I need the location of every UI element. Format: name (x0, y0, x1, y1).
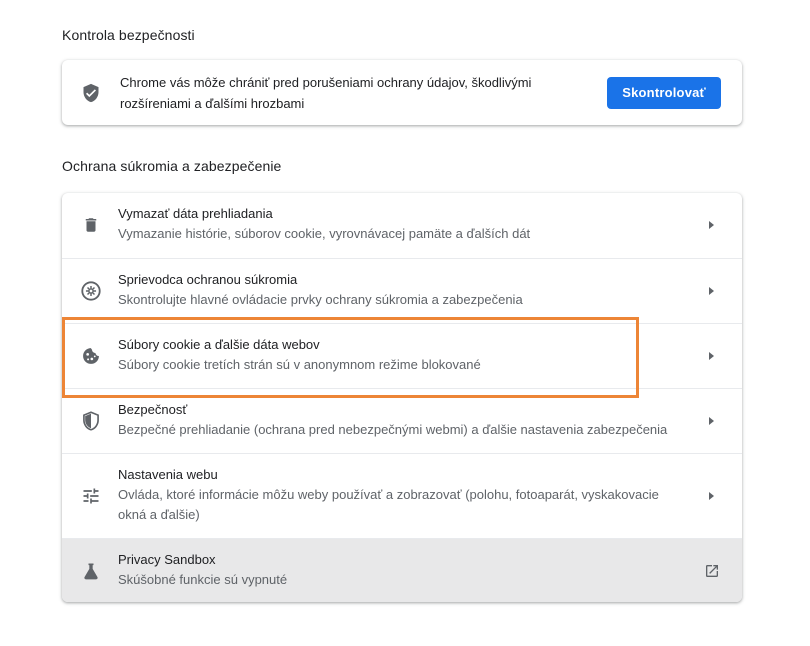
shield-icon (78, 408, 104, 434)
privacy-guide-row[interactable]: Sprievodca ochranou súkromia Skontrolujt… (62, 258, 742, 323)
compass-icon (78, 278, 104, 304)
chevron-right-icon (706, 491, 716, 501)
row-label: Privacy Sandbox (118, 552, 216, 567)
sliders-icon (78, 483, 104, 509)
site-settings-row[interactable]: Nastavenia webu Ovláda, ktoré informácie… (62, 453, 742, 538)
trash-icon (78, 212, 104, 238)
chevron-right-icon (706, 351, 716, 361)
row-label: Nastavenia webu (118, 467, 218, 482)
cookie-icon (78, 343, 104, 369)
flask-icon (78, 558, 104, 584)
shield-check-icon (62, 83, 120, 103)
clear-browsing-data-row[interactable]: Vymazať dáta prehliadania Vymazanie hist… (62, 193, 742, 258)
privacy-card: Vymazať dáta prehliadania Vymazanie hist… (62, 193, 742, 602)
chevron-right-icon (706, 220, 716, 230)
security-row[interactable]: Bezpečnosť Bezpečné prehliadanie (ochran… (62, 388, 742, 453)
chevron-right-icon (706, 416, 716, 426)
safety-check-title: Kontrola bezpečnosti (62, 27, 195, 43)
safety-check-card: Chrome vás môže chrániť pred porušeniami… (62, 60, 742, 125)
safety-check-button[interactable]: Skontrolovať (607, 76, 721, 109)
row-sublabel: Bezpečné prehliadanie (ochrana pred nebe… (118, 422, 668, 437)
row-sublabel: Skúšobné funkcie sú vypnuté (118, 572, 288, 587)
row-sublabel: Súbory cookie tretích strán sú v anonymn… (118, 357, 481, 372)
row-label: Súbory cookie a ďalšie dáta webov (118, 337, 320, 352)
row-sublabel: Ovláda, ktoré informácie môžu weby použí… (118, 487, 659, 522)
privacy-section-title: Ochrana súkromia a zabezpečenie (62, 158, 282, 174)
settings-page: Kontrola bezpečnosti Chrome vás môže chr… (0, 0, 810, 646)
row-label: Vymazať dáta prehliadania (118, 206, 273, 221)
safety-check-description: Chrome vás môže chrániť pred porušeniami… (120, 74, 532, 111)
row-label: Bezpečnosť (118, 402, 188, 417)
row-sublabel: Skontrolujte hlavné ovládacie prvky ochr… (118, 292, 523, 307)
chevron-right-icon (706, 286, 716, 296)
open-in-new-icon[interactable] (704, 563, 720, 579)
row-label: Sprievodca ochranou súkromia (118, 272, 298, 287)
privacy-sandbox-row[interactable]: Privacy Sandbox Skúšobné funkcie sú vypn… (62, 538, 742, 602)
cookies-row[interactable]: Súbory cookie a ďalšie dáta webov Súbory… (62, 323, 742, 388)
row-sublabel: Vymazanie histórie, súborov cookie, vyro… (118, 226, 531, 241)
